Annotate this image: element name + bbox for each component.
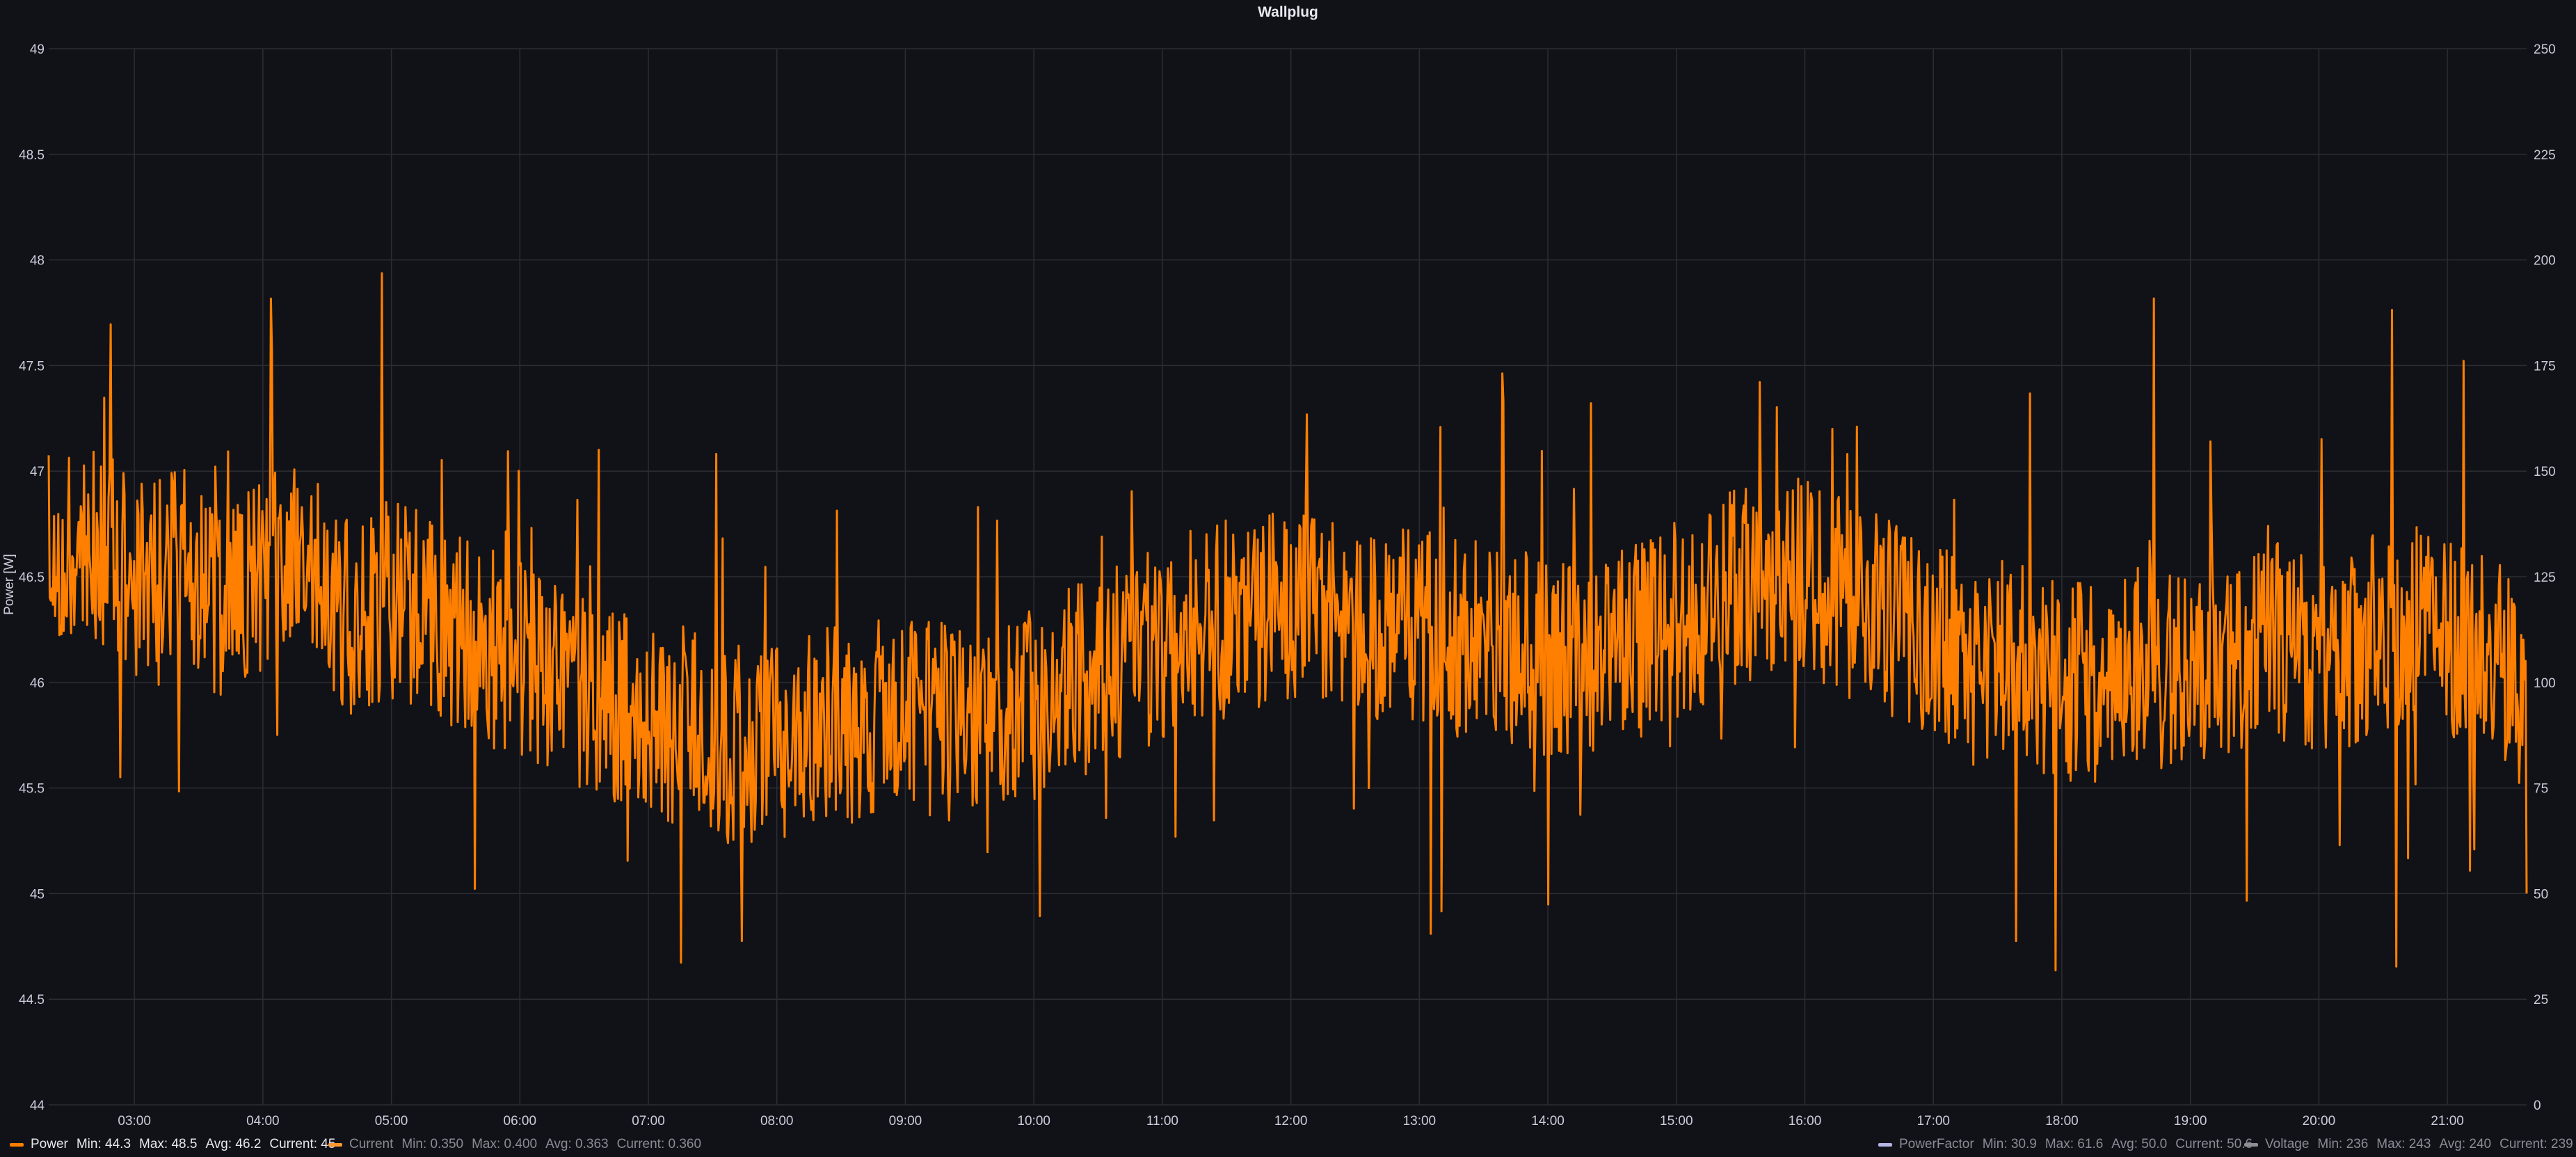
x-tick-label: 13:00: [1403, 1114, 1437, 1128]
y-axis-right: 2502252001751501251007550250: [2534, 42, 2556, 1113]
y-tick-label: 49: [30, 42, 45, 57]
y-tick-label: 47: [30, 465, 45, 479]
x-tick-label: 05:00: [375, 1114, 408, 1128]
x-tick-label: 10:00: [1017, 1114, 1050, 1128]
panel: Wallplug 49 48.5 48 47.5 47 46.5 46 45.5 45 44.5 4…: [0, 0, 2576, 1157]
y2-tick-label: 0: [2534, 1099, 2541, 1113]
x-tick-label: 12:00: [1274, 1114, 1308, 1128]
y2-tick-label: 25: [2534, 993, 2548, 1007]
y-axis-label: Power [W]: [2, 554, 17, 615]
x-tick-label: 20:00: [2303, 1114, 2336, 1128]
y-tick-label: 47.5: [19, 359, 45, 374]
series-line-power[interactable]: [47, 272, 2528, 972]
y-tick-label: 44.5: [19, 993, 45, 1007]
y-tick-label: 44: [30, 1099, 45, 1113]
y2-tick-label: 125: [2534, 570, 2556, 585]
legend-stat-avg: Avg: 46.2: [205, 1137, 262, 1151]
y2-tick-label: 75: [2534, 782, 2548, 797]
x-axis: 03:00 04:00 05:00 06:00 07:00 08:00 09:00 10:00…: [118, 1114, 2463, 1128]
y-tick-label: 45: [30, 887, 45, 902]
legend-stat-max: Max: 0.400: [472, 1137, 538, 1151]
x-tick-label: 17:00: [1917, 1114, 1950, 1128]
legend: Power Min: 44.3 Max: 48.5 Avg: 46.2 Curr…: [0, 1134, 2576, 1155]
legend-stat-max: Max: 48.5: [139, 1137, 198, 1151]
x-tick-label: 16:00: [1789, 1114, 1822, 1128]
legend-item-voltage[interactable]: Voltage Min: 236 Max: 243 Avg: 240 Curre…: [2244, 1134, 2576, 1155]
x-tick-label: 06:00: [504, 1114, 537, 1128]
legend-stat-max: Max: 243: [2376, 1137, 2431, 1151]
legend-stat-min: Min: 0.350: [401, 1137, 464, 1151]
y-tick-label: 48: [30, 254, 45, 269]
y2-tick-label: 100: [2534, 676, 2556, 691]
legend-stat-current: Current: 0.360: [616, 1137, 702, 1151]
legend-stat-min: Min: 236: [2317, 1137, 2369, 1151]
x-tick-label: 19:00: [2174, 1114, 2207, 1128]
y-axis-left: 49 48.5 48 47.5 47 46.5 46 45.5 45 44.5 44: [19, 42, 45, 1113]
legend-name: Power: [31, 1137, 68, 1151]
chart[interactable]: 4948.54847.54746.54645.54544.544 2502252…: [0, 0, 2576, 1131]
legend-item-powerfactor[interactable]: PowerFactor Min: 30.9 Max: 61.6 Avg: 50.…: [1878, 1134, 2261, 1155]
x-tick-label: 07:00: [632, 1114, 665, 1128]
y2-tick-label: 225: [2534, 148, 2556, 163]
legend-swatch-powerfactor: [1878, 1142, 1892, 1147]
legend-stat-min: Min: 44.3: [76, 1137, 131, 1151]
x-tick-label: 21:00: [2431, 1114, 2464, 1128]
legend-stat-max: Max: 61.6: [2045, 1137, 2104, 1151]
y-tick-label: 46.5: [19, 570, 45, 585]
y2-tick-label: 50: [2534, 887, 2548, 902]
y2-tick-label: 150: [2534, 465, 2556, 479]
x-tick-label: 15:00: [1660, 1114, 1693, 1128]
legend-stat-current: Current: 239: [2499, 1137, 2573, 1151]
legend-swatch-power: [10, 1142, 24, 1147]
legend-swatch-voltage: [2244, 1142, 2258, 1147]
y2-tick-label: 200: [2534, 254, 2556, 269]
legend-item-current[interactable]: Current Min: 0.350 Max: 0.400 Avg: 0.363…: [328, 1134, 710, 1155]
y2-tick-label: 175: [2534, 359, 2556, 374]
legend-name: Current: [349, 1137, 394, 1151]
legend-item-power[interactable]: Power Min: 44.3 Max: 48.5 Avg: 46.2 Curr…: [10, 1134, 344, 1155]
legend-stat-avg: Avg: 240: [2439, 1137, 2492, 1151]
y-tick-label: 46: [30, 676, 45, 691]
y-tick-label: 48.5: [19, 148, 45, 163]
legend-stat-avg: Avg: 0.363: [545, 1137, 609, 1151]
x-tick-label: 11:00: [1146, 1114, 1178, 1128]
x-tick-label: 08:00: [760, 1114, 794, 1128]
series-layer: [47, 272, 2528, 972]
x-tick-label: 09:00: [889, 1114, 922, 1128]
legend-stat-current: Current: 50.6: [2175, 1137, 2253, 1151]
x-tick-label: 04:00: [246, 1114, 280, 1128]
x-tick-label: 03:00: [118, 1114, 151, 1128]
legend-name: PowerFactor: [1899, 1137, 1974, 1151]
y2-tick-label: 250: [2534, 42, 2556, 57]
legend-stat-avg: Avg: 50.0: [2111, 1137, 2168, 1151]
legend-swatch-current: [328, 1142, 342, 1147]
y-tick-label: 45.5: [19, 782, 45, 797]
x-tick-label: 14:00: [1531, 1114, 1565, 1128]
legend-name: Voltage: [2265, 1137, 2310, 1151]
x-tick-label: 18:00: [2045, 1114, 2079, 1128]
legend-stat-min: Min: 30.9: [1982, 1137, 2037, 1151]
legend-stat-current: Current: 45: [269, 1137, 336, 1151]
